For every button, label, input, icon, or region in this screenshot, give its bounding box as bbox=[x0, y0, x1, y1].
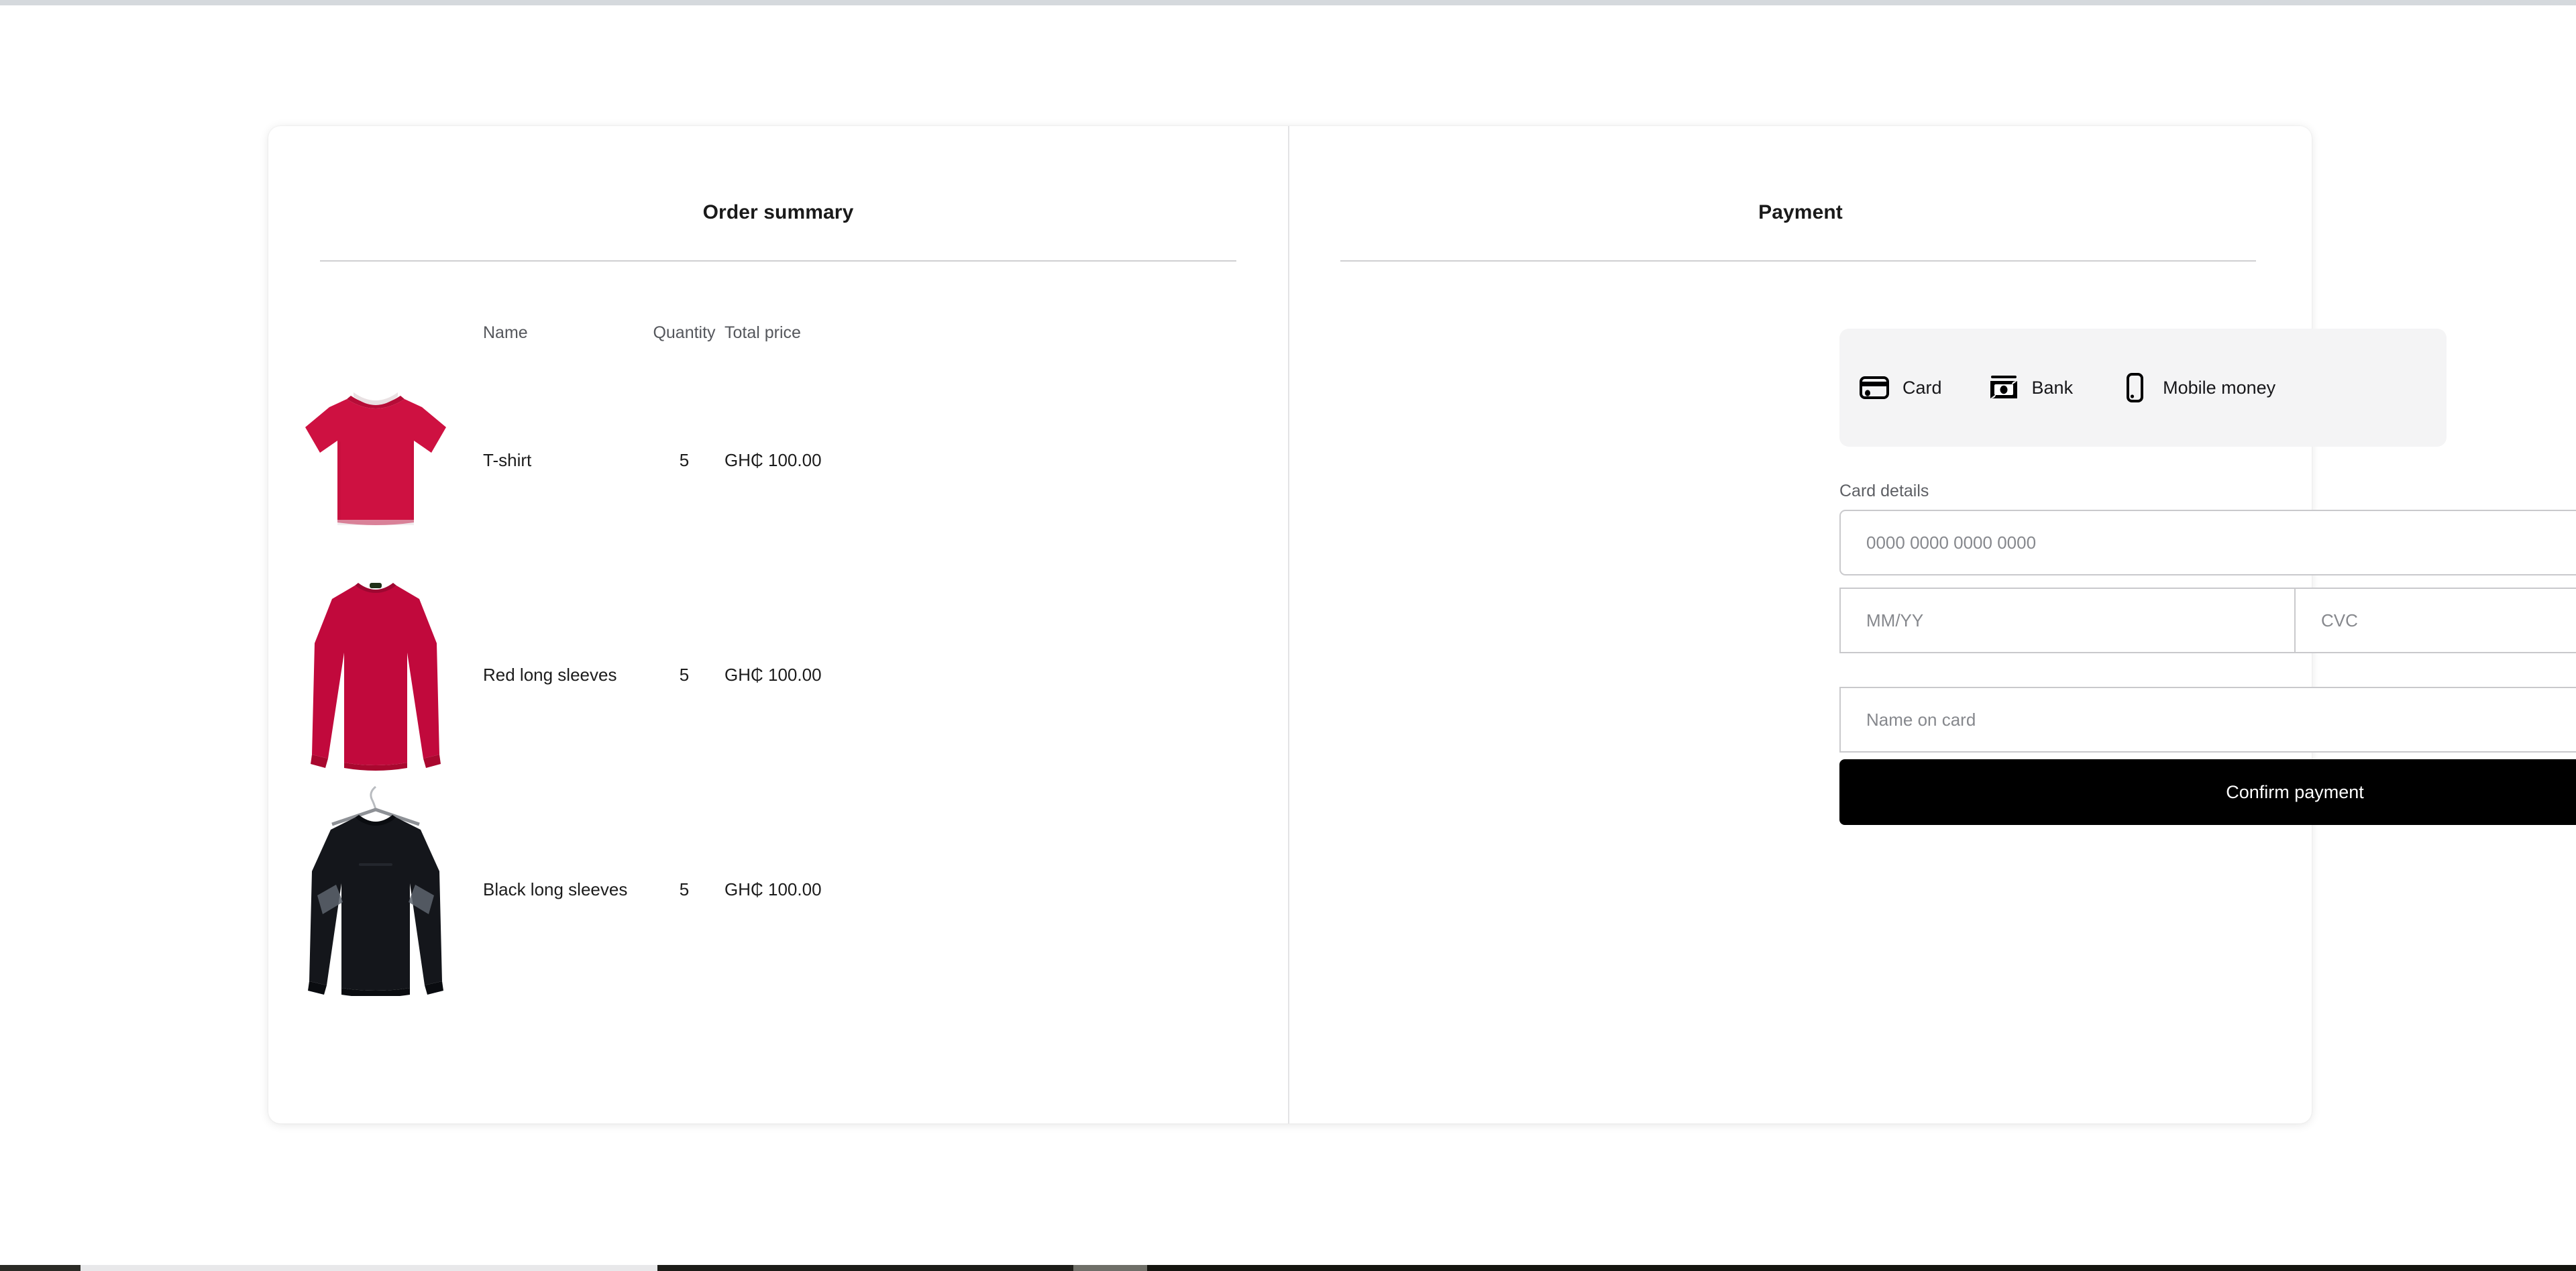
table-row: T-shirt 5 GH₵ 100.00 bbox=[268, 353, 1288, 567]
product-name: Red long sleeves bbox=[483, 664, 617, 685]
bottom-strip-segment bbox=[1147, 1265, 2576, 1271]
black-long-sleeve-thumbnail bbox=[308, 785, 443, 996]
payment-method-card-label: Card bbox=[1902, 377, 1942, 398]
product-quantity: 5 bbox=[679, 879, 690, 899]
table-header-name: Name bbox=[483, 323, 528, 342]
bottom-strip-segment bbox=[657, 1265, 1073, 1271]
product-total-price: GH₵ 100.00 bbox=[724, 449, 822, 470]
payment-panel: Payment Card Bank Mobile money Card deta… bbox=[1288, 126, 2576, 1123]
product-thumbnail-cell bbox=[268, 353, 483, 567]
banknote-icon bbox=[1990, 376, 2017, 398]
product-name: T-shirt bbox=[483, 449, 532, 470]
mobile-phone-icon bbox=[2127, 373, 2144, 402]
card-number-input[interactable]: 0000 0000 0000 0000 bbox=[1839, 510, 2576, 575]
table-header-row: Name Quantity Total price bbox=[268, 313, 1288, 353]
red-tshirt-thumbnail bbox=[305, 392, 446, 525]
order-summary-divider bbox=[320, 260, 1236, 262]
table-row: Red long sleeves 5 GH₵ 100.00 bbox=[268, 567, 1288, 782]
confirm-payment-button[interactable]: Confirm payment bbox=[1839, 759, 2576, 825]
bottom-strip-segment bbox=[0, 1265, 80, 1271]
payment-method-bank[interactable]: Bank bbox=[1984, 365, 2078, 410]
payment-method-selector: Card Bank Mobile money bbox=[1839, 329, 2447, 447]
table-header-total-price: Total price bbox=[724, 323, 801, 342]
order-summary-table: Name Quantity Total price T-shirt 5 GH₵ … bbox=[268, 313, 1288, 997]
payment-method-mobile-money[interactable]: Mobile money bbox=[2114, 365, 2279, 410]
payment-method-mobile-money-label: Mobile money bbox=[2163, 377, 2276, 398]
product-name: Black long sleeves bbox=[483, 879, 628, 899]
product-total-price: GH₵ 100.00 bbox=[724, 879, 822, 899]
red-long-sleeve-thumbnail bbox=[311, 583, 441, 771]
card-details-label: Card details bbox=[1839, 482, 1929, 500]
card-expiry-input[interactable]: MM/YY bbox=[1839, 588, 2296, 653]
order-summary-title: Order summary bbox=[702, 201, 854, 223]
table-row: Black long sleeves 5 GH₵ 100.00 bbox=[268, 782, 1288, 997]
bottom-strip-segment bbox=[80, 1265, 657, 1271]
payment-method-card[interactable]: Card bbox=[1854, 365, 1946, 410]
screen-top-edge-strip bbox=[0, 0, 2576, 5]
product-thumbnail-cell bbox=[268, 567, 483, 782]
credit-card-icon bbox=[1860, 376, 1889, 399]
product-quantity: 5 bbox=[679, 664, 690, 685]
bottom-strip-segment bbox=[1073, 1265, 1147, 1271]
table-header-quantity: Quantity bbox=[653, 323, 716, 342]
payment-divider bbox=[1340, 260, 2256, 262]
order-summary-panel: Order summary Name Quantity Total price bbox=[268, 126, 1288, 1123]
checkout-card: Order summary Name Quantity Total price bbox=[268, 126, 2576, 1123]
name-on-card-input[interactable]: Name on card bbox=[1839, 687, 2576, 753]
payment-method-bank-label: Bank bbox=[2031, 377, 2074, 398]
product-total-price: GH₵ 100.00 bbox=[724, 664, 822, 685]
card-cvc-input[interactable]: CVC bbox=[2294, 588, 2576, 653]
screen-bottom-edge-strip bbox=[0, 1265, 2576, 1271]
payment-title: Payment bbox=[1758, 201, 1843, 223]
product-quantity: 5 bbox=[679, 449, 690, 470]
product-thumbnail-cell bbox=[268, 782, 483, 997]
